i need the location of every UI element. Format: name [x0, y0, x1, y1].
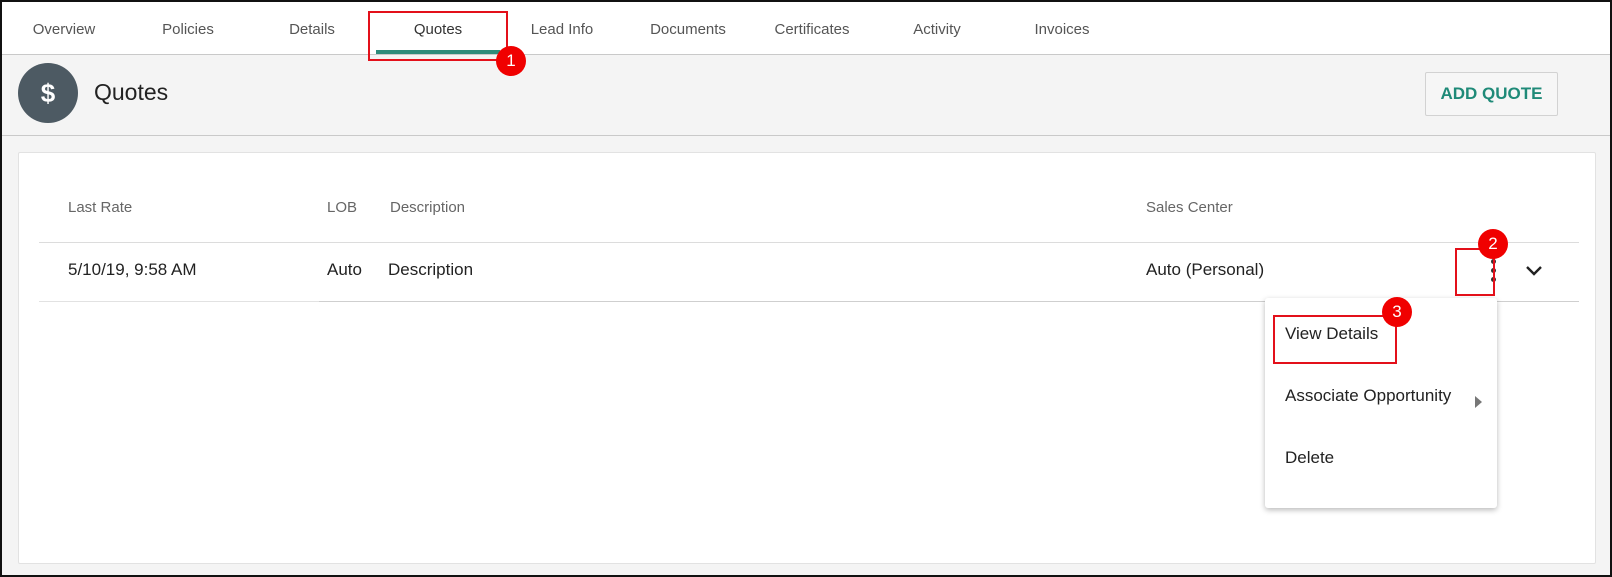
tab-certificates[interactable]: Certificates: [750, 2, 874, 54]
annotation-highlight-quotes-tab: [368, 11, 508, 61]
tab-documents[interactable]: Documents: [626, 2, 750, 54]
column-header-description[interactable]: Description: [390, 199, 465, 216]
tab-details[interactable]: Details: [250, 2, 374, 54]
submenu-arrow-icon: [1475, 396, 1482, 408]
page-title: Quotes: [94, 79, 169, 105]
menu-item-associate-opportunity[interactable]: Associate Opportunity: [1285, 386, 1451, 406]
column-header-sales-center[interactable]: Sales Center: [1146, 199, 1233, 216]
dollar-icon: $: [18, 63, 78, 123]
page-header: $ Quotes ADD QUOTE: [2, 55, 1610, 136]
annotation-badge: 3: [1382, 297, 1412, 327]
annotation-badge: 1: [496, 46, 526, 76]
cell-lob: Auto: [327, 260, 362, 279]
column-header-lob[interactable]: LOB: [327, 199, 357, 216]
tab-invoices[interactable]: Invoices: [1000, 2, 1124, 54]
annotation-badge: 2: [1478, 229, 1508, 259]
app-frame: Overview Policies Details Quotes Lead In…: [0, 0, 1612, 577]
chevron-down-icon[interactable]: [1519, 258, 1549, 284]
tab-activity[interactable]: Activity: [875, 2, 999, 54]
menu-item-delete[interactable]: Delete: [1285, 448, 1334, 468]
header-divider: [39, 242, 1579, 243]
column-header-last-rate[interactable]: Last Rate: [68, 199, 132, 216]
add-quote-button[interactable]: ADD QUOTE: [1425, 72, 1558, 116]
cell-last-rate: 5/10/19, 9:58 AM: [68, 260, 197, 279]
tab-policies[interactable]: Policies: [126, 2, 250, 54]
tab-lead-info[interactable]: Lead Info: [500, 2, 624, 54]
cell-description: Description: [388, 260, 474, 279]
tab-overview[interactable]: Overview: [2, 2, 126, 54]
cell-sales-center: Auto (Personal): [1146, 260, 1265, 279]
tab-bar: Overview Policies Details Quotes Lead In…: [2, 2, 1610, 55]
row-divider: [39, 301, 319, 302]
annotation-highlight-view-details: [1273, 315, 1397, 364]
